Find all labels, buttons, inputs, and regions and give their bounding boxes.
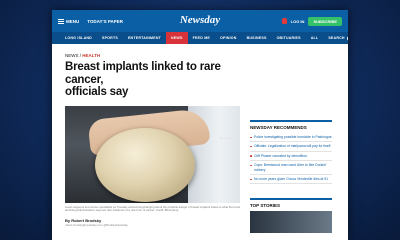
subscribe-button[interactable]: SUBSCRIBE xyxy=(308,16,342,26)
menu-label: MENU xyxy=(66,18,80,24)
browser-page: MENU TODAY'S PAPER Newsday LOG IN SUBSCR… xyxy=(52,10,348,240)
nav-item-sports[interactable]: SPORTS xyxy=(97,32,123,44)
sidebar: NEWSDAY RECOMMENDS Police investigating … xyxy=(250,120,332,234)
header-actions: LOG IN SUBSCRIBE xyxy=(281,16,342,26)
top-stories-title: TOP STORIES xyxy=(250,198,332,208)
recommend-item[interactable]: Officials: Legalization of marijuana wil… xyxy=(250,142,332,152)
headline-line-1: Breast implants linked to rare cancer, xyxy=(65,61,221,86)
photo-caption: Local surgeons and cancer specialists on… xyxy=(65,204,240,213)
byline[interactable]: By Robert Brodsky xyxy=(65,218,240,223)
breadcrumb: NEWS / HEALTH xyxy=(65,53,240,58)
breadcrumb-subsection[interactable]: HEALTH xyxy=(82,53,100,58)
menu-button[interactable]: MENU xyxy=(58,18,80,24)
byline-meta: robert.brodsky@newsday.com @BrodskyNewsd… xyxy=(65,222,128,227)
top-header: MENU TODAY'S PAPER Newsday LOG IN SUBSCR… xyxy=(52,10,348,32)
recommend-item[interactable]: Cops: Brentwood man used Uber to flee Du… xyxy=(250,161,332,176)
recommend-item[interactable]: Police investigating possible homicide i… xyxy=(250,133,332,143)
login-link[interactable]: LOG IN xyxy=(291,19,305,24)
article-headline: Breast implants linked to rare cancer, o… xyxy=(65,61,240,99)
search-icon xyxy=(346,35,348,41)
nav-item-feed-me[interactable]: FEED ME xyxy=(188,32,215,44)
recommend-item[interactable]: Cliff Phaser canceled by demolition xyxy=(250,152,332,162)
nav-item-obituaries[interactable]: OBITUARIES xyxy=(272,32,306,44)
top-stories-thumbnail[interactable] xyxy=(250,211,332,234)
page-content: NEWS / HEALTH Breast implants linked to … xyxy=(52,44,348,234)
nav-item-news[interactable]: NEWS xyxy=(166,32,188,44)
hamburger-icon xyxy=(58,18,64,24)
nav-search-label: SEARCH xyxy=(328,36,345,40)
breadcrumb-section[interactable]: NEWS xyxy=(65,53,79,58)
todays-paper-link[interactable]: TODAY'S PAPER xyxy=(87,19,123,24)
recommends-title: NEWSDAY RECOMMENDS xyxy=(250,120,332,130)
recommends-list: Police investigating possible homicide i… xyxy=(250,133,332,185)
nav-item-entertainment[interactable]: ENTERTAINMENT xyxy=(123,32,166,44)
photo-implant xyxy=(95,127,195,202)
nav-item-business[interactable]: BUSINESS xyxy=(242,32,272,44)
main-nav: LONG ISLAND SPORTS ENTERTAINMENT NEWS FE… xyxy=(52,32,348,44)
top-stories: TOP STORIES xyxy=(250,198,332,234)
nav-item-long-island[interactable]: LONG ISLAND xyxy=(60,32,97,44)
headline-line-2: officials say xyxy=(65,86,129,98)
recommend-item[interactable]: No more years given Choca Vendeville die… xyxy=(250,175,332,185)
nav-item-search[interactable]: SEARCH xyxy=(323,32,348,44)
nav-item-opinion[interactable]: OPINION xyxy=(215,32,242,44)
article-photo[interactable]: Bloomberg xyxy=(65,105,240,203)
notification-bell-icon[interactable] xyxy=(281,18,287,24)
photo-credit: Bloomberg xyxy=(219,135,234,140)
nav-item-all[interactable]: ALL xyxy=(306,32,324,44)
article-main: NEWS / HEALTH Breast implants linked to … xyxy=(65,53,240,233)
newsday-logo[interactable]: Newsday xyxy=(180,14,220,26)
